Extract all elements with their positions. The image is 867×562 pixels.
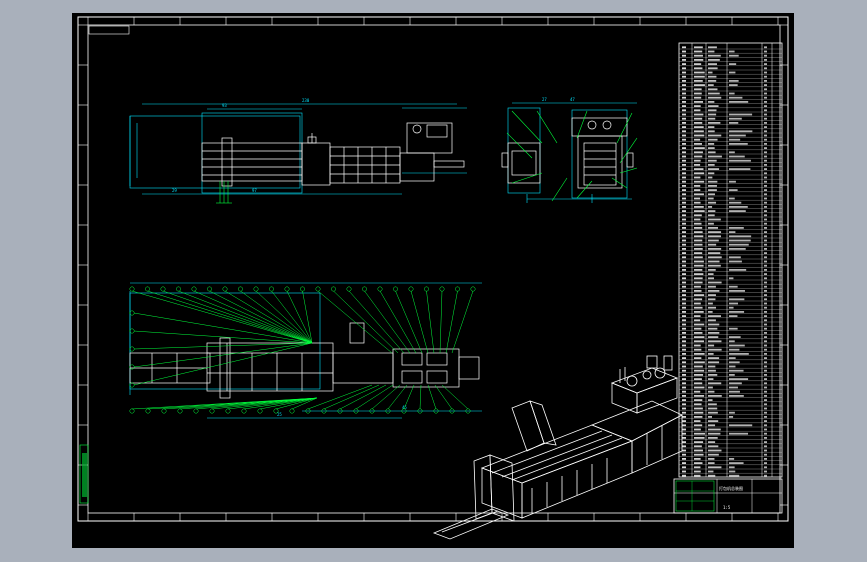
cad-viewport[interactable]: 230 93 29 97 47 27 25 45 打包机总装图 1:5	[0, 0, 867, 562]
part-balloon	[160, 286, 166, 292]
part-balloon	[222, 286, 228, 292]
part-balloon	[424, 286, 429, 292]
revision-strip	[79, 444, 89, 504]
part-balloon	[300, 286, 305, 292]
part-balloon	[191, 286, 197, 292]
part-balloon	[289, 408, 295, 414]
part-balloon	[455, 286, 460, 292]
part-balloon	[315, 286, 321, 292]
part-balloon	[161, 408, 167, 414]
part-balloon	[145, 286, 150, 292]
part-balloon	[129, 286, 135, 292]
part-balloon	[193, 408, 199, 414]
part-balloon	[362, 286, 367, 292]
title-block-scale: 1:5	[723, 505, 731, 510]
part-balloon	[225, 408, 231, 414]
part-balloon	[346, 286, 352, 292]
part-balloon	[207, 286, 212, 292]
side-elevation-view: 47 27	[501, 97, 638, 203]
part-balloon	[331, 286, 336, 292]
title-block-name: 打包机总装图	[719, 485, 743, 491]
isometric-view	[432, 355, 683, 540]
drawing-sheet[interactable]: 230 93 29 97 47 27 25 45 打包机总装图 1:5	[72, 13, 794, 548]
border-zone-ticks	[78, 17, 788, 521]
drawing-canvas: 230 93 29 97 47 27 25 45 打包机总装图 1:5	[77, 16, 789, 540]
plan-view: 25 45	[129, 282, 482, 419]
dim-front-left-bottom: 29	[172, 188, 177, 193]
part-balloon	[284, 286, 290, 292]
part-balloon	[439, 286, 445, 292]
front-elevation-view: 230 93 29 97	[129, 98, 467, 204]
part-balloon	[177, 408, 183, 414]
part-balloon	[408, 286, 414, 292]
part-balloon	[470, 286, 476, 292]
parts-list-table	[678, 42, 783, 478]
part-balloon	[209, 408, 215, 414]
title-block: 打包机总装图 1:5	[673, 478, 783, 514]
dim-front-overall: 230	[302, 98, 310, 103]
dim-front-center: 93	[222, 103, 227, 108]
dim-front-mid-bottom: 97	[252, 188, 257, 193]
part-balloon	[377, 286, 383, 292]
part-balloon	[129, 408, 135, 414]
part-balloon	[176, 286, 181, 292]
dim-side-overall: 47	[570, 97, 575, 102]
drawing-border	[77, 16, 789, 522]
part-balloon	[238, 286, 243, 292]
part-balloon	[257, 408, 263, 414]
part-balloon	[393, 286, 398, 292]
dim-side-height: 27	[542, 97, 547, 102]
part-balloon	[145, 408, 151, 414]
dim-plan-top-left: 25	[277, 412, 282, 417]
part-balloon	[253, 286, 259, 292]
part-balloon	[241, 408, 247, 414]
part-balloon	[269, 286, 274, 292]
part-balloon	[273, 408, 279, 414]
